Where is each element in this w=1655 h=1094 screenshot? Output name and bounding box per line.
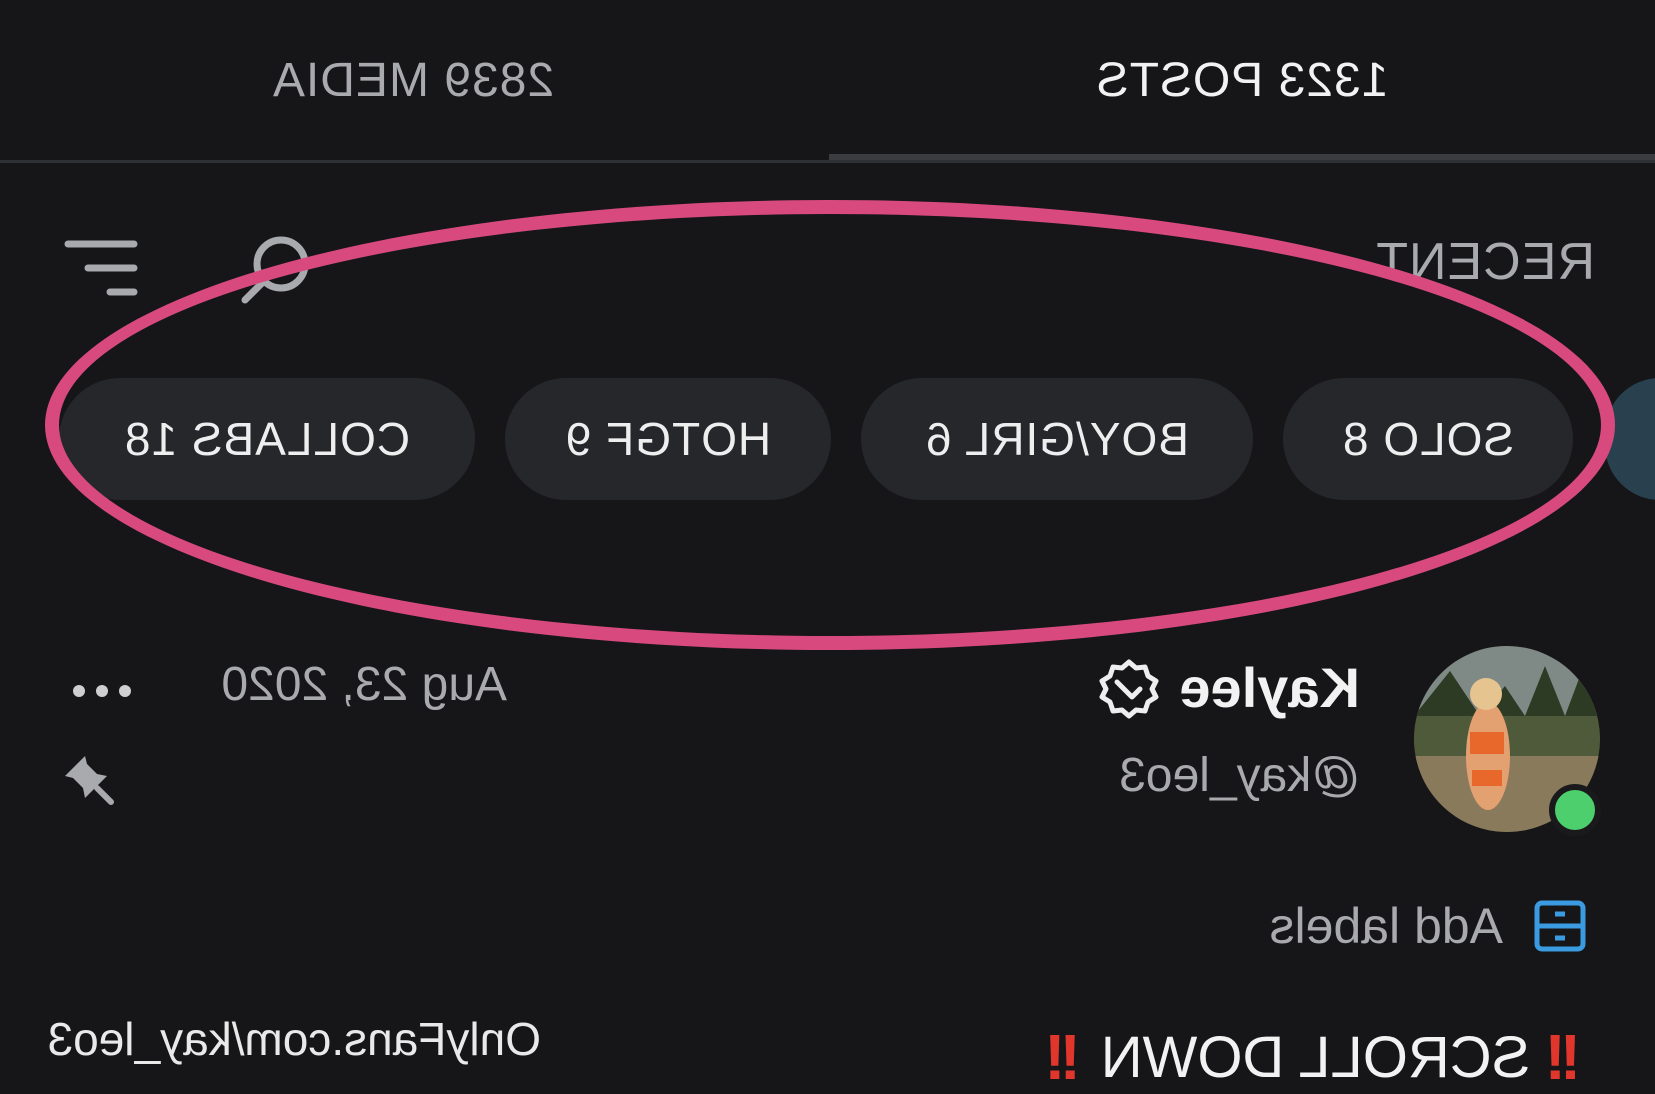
active-tab-indicator (829, 154, 1655, 160)
chip-collabs[interactable]: COLLABS 18 (59, 378, 475, 500)
exclamation-emoji: !! (1050, 1021, 1081, 1093)
chip-label: SOLO 8 (1341, 413, 1515, 465)
tab-posts[interactable]: 1323 POSTS (829, 0, 1655, 160)
more-icon (73, 685, 131, 697)
tab-posts-label: 1323 POSTS (1095, 53, 1389, 107)
labels-icon (1534, 900, 1586, 952)
pin-icon (65, 756, 114, 805)
verified-icon (1099, 659, 1159, 719)
profile-link[interactable]: OnlyFans.com/kay_leo3 (48, 1012, 541, 1066)
chip-label: COLLABS 18 (123, 413, 411, 465)
chip-label: HOTGF 9 (564, 413, 772, 465)
author-name[interactable]: Kaylee (1179, 655, 1360, 720)
chip-hotgf[interactable]: HOTGF 9 (505, 378, 831, 500)
chip-partial[interactable] (1605, 378, 1655, 500)
more-options-button[interactable] (65, 676, 135, 706)
exclamation-emoji: !! (1550, 1021, 1581, 1093)
online-status-dot (1549, 784, 1601, 836)
search-button[interactable] (235, 230, 315, 310)
tab-media-label: 2839 MEDIA (271, 53, 555, 107)
author-handle[interactable]: @kay_leo3 (1119, 748, 1360, 803)
sort-label: RECENT (1375, 233, 1595, 291)
add-labels-button[interactable]: Add labels (1270, 896, 1588, 956)
post-body-text: !! SCROLL DOWN !! (1050, 1020, 1581, 1094)
filter-icon (64, 240, 138, 296)
post-date: Aug 23, 2020 (221, 658, 507, 711)
chip-solo[interactable]: SOLO 8 (1283, 378, 1573, 500)
tab-media[interactable]: 2839 MEDIA (0, 0, 826, 160)
filter-button[interactable] (62, 236, 140, 300)
chip-boy-girl[interactable]: BOY/GIRL 6 (861, 378, 1253, 500)
profile-tabs: 1323 POSTS 2839 MEDIA (0, 0, 1655, 163)
add-labels-text: Add labels (1269, 898, 1504, 954)
chip-label: BOY/GIRL 6 (925, 413, 1189, 465)
mirrored-screen: 1323 POSTS 2839 MEDIA RECENT SOLO 8 BOY/… (0, 0, 1655, 1093)
verified-badge (1098, 658, 1160, 720)
pin-button[interactable] (61, 752, 115, 806)
label-chip-row: SOLO 8 BOY/GIRL 6 HOTGF 9 COLLABS 18 (0, 378, 1655, 502)
search-icon (241, 236, 309, 304)
sort-recent-button[interactable]: RECENT (1375, 232, 1595, 292)
post-body-label: SCROLL DOWN (1100, 1024, 1531, 1090)
